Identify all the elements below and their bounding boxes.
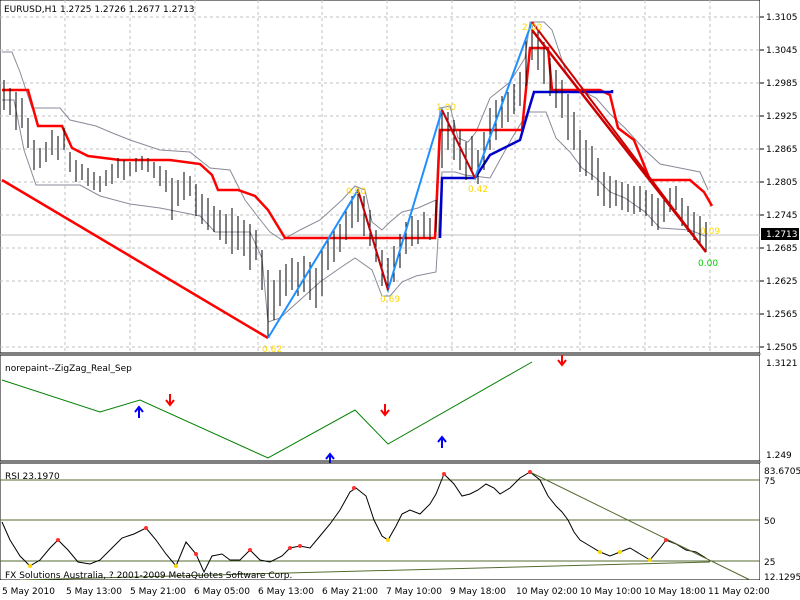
zz-label-2: 0.90 xyxy=(346,187,366,197)
chart-window[interactable]: 0.62 0.90 0.69 1.00 0.42 2.00 0.09 0.00 … xyxy=(0,0,800,600)
rsi-title: RSI 23.1970 xyxy=(5,472,60,482)
zz-label-6: 2.00 xyxy=(522,23,542,33)
time-label: 6 May 05:00 xyxy=(194,587,250,597)
price-label: 1.2625 xyxy=(766,277,798,287)
rsi-axis-top: 83.6705 xyxy=(764,467,800,477)
time-axis: 5 May 2010 5 May 13:00 5 May 21:00 6 May… xyxy=(0,580,800,600)
price-label: 1.3045 xyxy=(766,46,798,56)
zz-label-3: 0.69 xyxy=(380,295,400,305)
copyright-text: FX Solutions Australia, ? 2001-2009 Meta… xyxy=(5,571,292,581)
time-label: 9 May 18:00 xyxy=(450,587,506,597)
zz-label-1: 0.62 xyxy=(262,345,282,355)
rsi-axis-25: 25 xyxy=(764,558,775,568)
price-label: 1.2685 xyxy=(766,244,798,254)
price-label: 1.2505 xyxy=(766,343,798,353)
rsi-indicator-panel[interactable]: RSI 23.1970 FX Solutions Australia, ? 20… xyxy=(0,462,761,581)
zz-label-8: 0.00 xyxy=(698,259,718,269)
zz-label-4: 1.00 xyxy=(436,103,456,113)
main-price-panel[interactable]: 0.62 0.90 0.69 1.00 0.42 2.00 0.09 0.00 … xyxy=(0,0,761,355)
time-label: 10 May 18:00 xyxy=(644,587,706,597)
zz-axis-top: 1.3121 xyxy=(766,359,798,369)
price-label: 1.2925 xyxy=(766,112,798,122)
zz-label-7: 0.09 xyxy=(700,227,720,237)
price-label: 1.3105 xyxy=(766,13,798,23)
rsi-axis-50: 50 xyxy=(764,517,776,527)
rsi-panel-frame xyxy=(0,462,761,581)
price-label: 1.2565 xyxy=(766,310,798,320)
time-label: 11 May 02:00 xyxy=(708,587,770,597)
zigzag-indicator-panel[interactable]: norepaint--ZigZag_Real_Sep xyxy=(0,354,761,465)
price-label: 1.2985 xyxy=(766,79,798,89)
rsi-price-axis: 83.6705 75 50 25 12.1295 xyxy=(760,463,800,583)
zigzag-panel-title: norepaint--ZigZag_Real_Sep xyxy=(5,364,132,374)
time-label: 7 May 10:00 xyxy=(386,587,442,597)
zigzag-price-axis: 1.3121 1.249 xyxy=(760,355,800,461)
time-label: 5 May 21:00 xyxy=(130,587,186,597)
rsi-axis-75: 75 xyxy=(764,477,775,487)
main-price-axis: 1.3105 1.3045 1.2985 1.2925 1.2865 1.280… xyxy=(760,0,800,353)
price-label: 1.2865 xyxy=(766,145,798,155)
time-label: 10 May 02:00 xyxy=(516,587,578,597)
zz-axis-bottom: 1.249 xyxy=(766,451,792,461)
time-label: 6 May 13:00 xyxy=(258,587,314,597)
time-label: 5 May 2010 xyxy=(2,587,55,597)
price-label: 1.2745 xyxy=(766,211,798,221)
price-label: 1.2805 xyxy=(766,178,798,188)
time-label: 10 May 10:00 xyxy=(580,587,642,597)
current-price-label: 1.2713 xyxy=(766,230,798,240)
time-label: 5 May 13:00 xyxy=(66,587,122,597)
zz-label-5: 0.42 xyxy=(468,185,488,195)
main-title: EURUSD,H1 1.2725 1.2726 1.2677 1.2713 xyxy=(4,5,195,15)
time-label: 6 May 21:00 xyxy=(322,587,378,597)
